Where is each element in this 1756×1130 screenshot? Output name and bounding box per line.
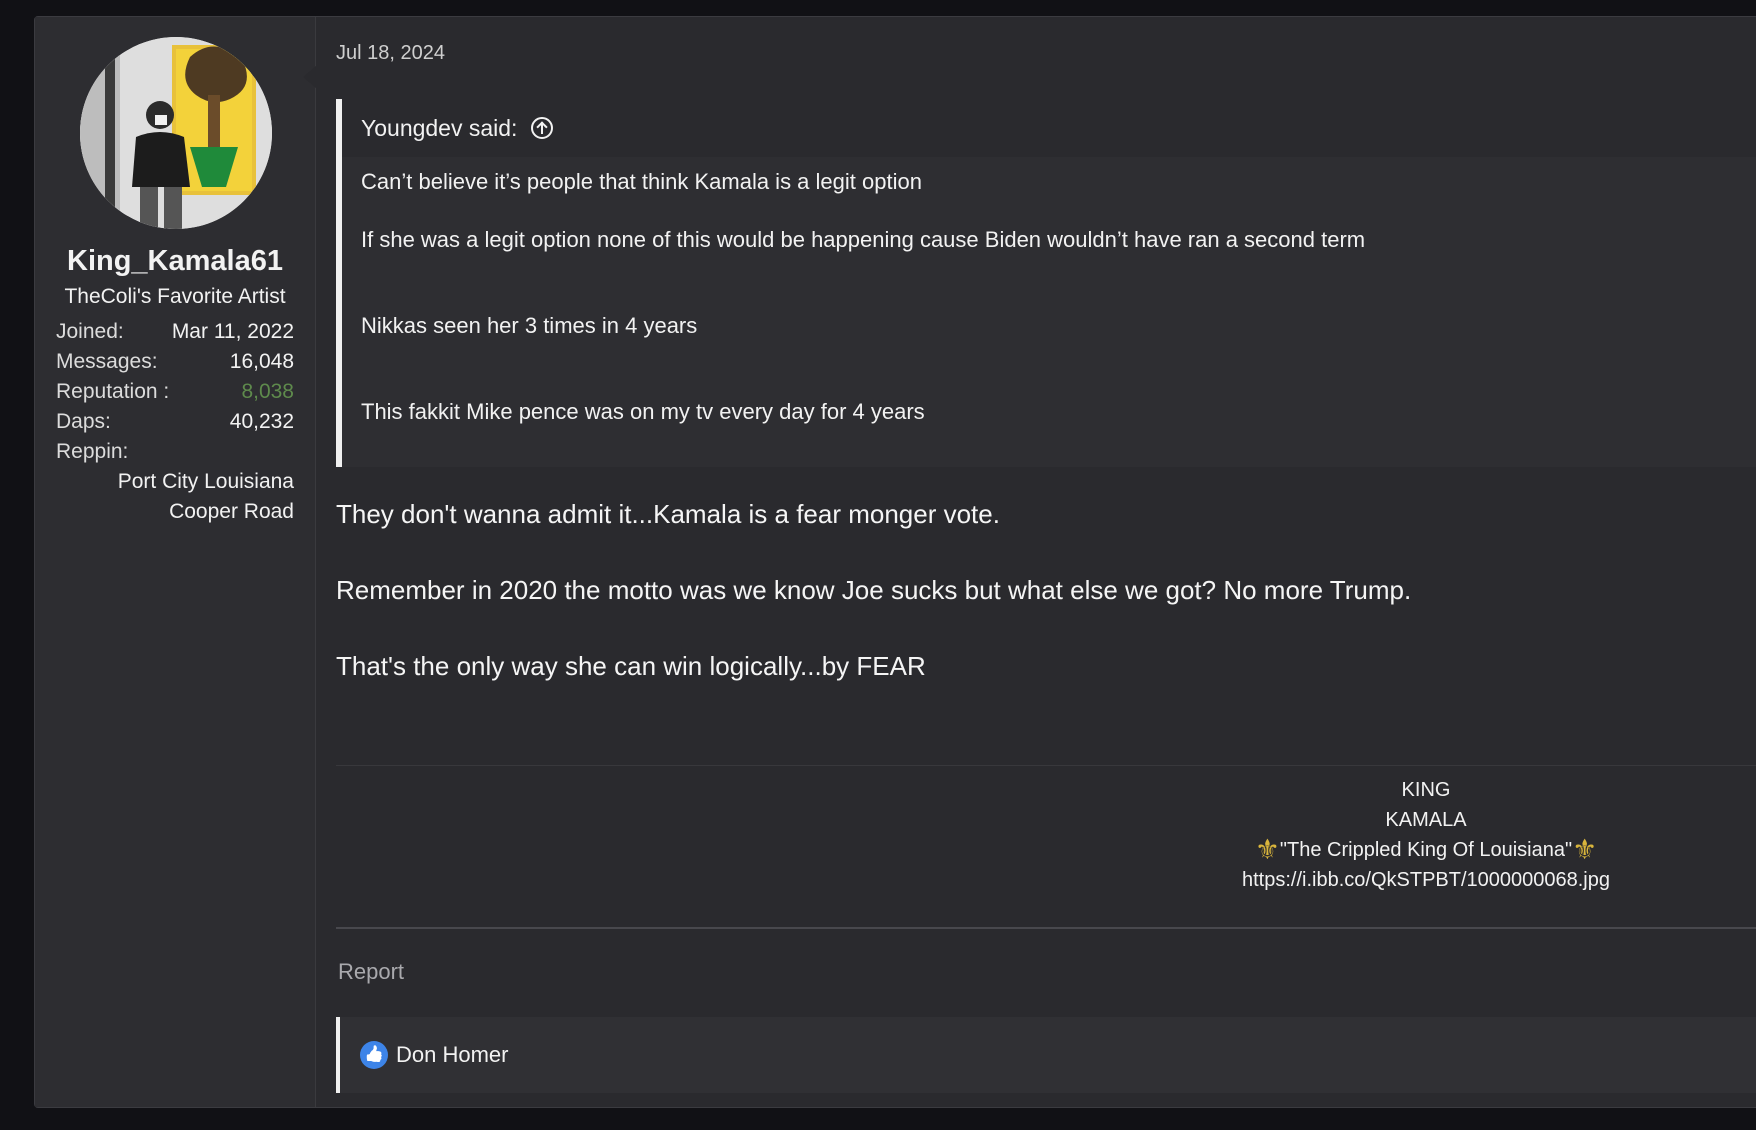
signature: KING KAMALA ⚜"The Crippled King Of Louis… (1176, 775, 1676, 895)
quote-line: Nikkas seen her 3 times in 4 years (361, 313, 698, 338)
user-panel: King_Kamala61 TheColi's Favorite Artist … (35, 17, 316, 1107)
footer-divider (336, 927, 1756, 929)
user-panel-arrow (303, 65, 317, 89)
quote-author[interactable]: Youngdev said: (361, 115, 517, 142)
stat-reppin: Reppin: (56, 437, 294, 467)
jump-to-quote-icon[interactable] (531, 117, 554, 139)
signature-text: "The Crippled King Of Louisiana" (1279, 839, 1573, 861)
post-body-line: That's the only way she can win logicall… (336, 651, 926, 681)
like-icon (360, 1041, 388, 1069)
post-main: Jul 18, 2024 Youngdev said: Can’t believ… (316, 17, 1756, 1107)
reaction-user[interactable]: Don Homer (396, 1042, 508, 1068)
stat-label: Joined: (56, 320, 124, 343)
stat-label: Daps: (56, 410, 111, 433)
reppin-location: Port City Louisiana Cooper Road (56, 467, 294, 527)
user-title: TheColi's Favorite Artist (64, 285, 286, 308)
user-stats: Joined: Mar 11, 2022 Messages: 16,048 Re… (56, 317, 294, 527)
quote-block: Youngdev said: Can’t believe it’s people… (336, 99, 1756, 467)
signature-line-fleur: ⚜"The Crippled King Of Louisiana"⚜ (1176, 835, 1676, 865)
post-container: King_Kamala61 TheColi's Favorite Artist … (34, 16, 1756, 1108)
quote-line: This fakkit Mike pence was on my tv ever… (361, 399, 925, 424)
quote-line: Can’t believe it’s people that think Kam… (361, 169, 922, 194)
quote-line: If she was a legit option none of this w… (361, 227, 1366, 252)
avatar[interactable] (80, 37, 272, 229)
fleur-de-lis-icon: ⚜ (1254, 834, 1280, 865)
stat-label: Messages: (56, 350, 158, 373)
stat-messages: Messages: 16,048 (56, 347, 294, 377)
signature-line: KING (1401, 779, 1451, 801)
signature-link[interactable]: https://i.ibb.co/QkSTPBT/1000000068.jpg (1176, 865, 1676, 895)
report-link[interactable]: Report (338, 959, 404, 985)
stat-reputation: Reputation : 8,038 (56, 377, 294, 407)
reppin-line: Port City Louisiana (117, 470, 294, 493)
stat-value[interactable]: 16,048 (230, 347, 294, 377)
signature-divider (336, 765, 1756, 766)
stat-joined: Joined: Mar 11, 2022 (56, 317, 294, 347)
stat-label: Reputation : (56, 380, 170, 403)
signature-line: KAMALA (1385, 809, 1467, 831)
avatar-image (80, 37, 272, 229)
username[interactable]: King_Kamala61 (35, 245, 315, 278)
reactions-bar: Don Homer (336, 1017, 1756, 1093)
post-body-line: They don't wanna admit it...Kamala is a … (336, 499, 1000, 529)
reppin-line: Cooper Road (169, 500, 294, 523)
stat-value: 8,038 (241, 380, 294, 403)
quote-header: Youngdev said: (342, 99, 1756, 157)
stat-value: 40,232 (229, 410, 294, 433)
stat-daps: Daps: 40,232 (56, 407, 294, 437)
stat-value: Mar 11, 2022 (171, 320, 294, 343)
stat-label: Reppin: (56, 440, 129, 463)
post-body-line: Remember in 2020 the motto was we know J… (336, 575, 1412, 605)
fleur-de-lis-icon: ⚜ (1572, 834, 1598, 865)
post-date[interactable]: Jul 18, 2024 (336, 42, 445, 65)
